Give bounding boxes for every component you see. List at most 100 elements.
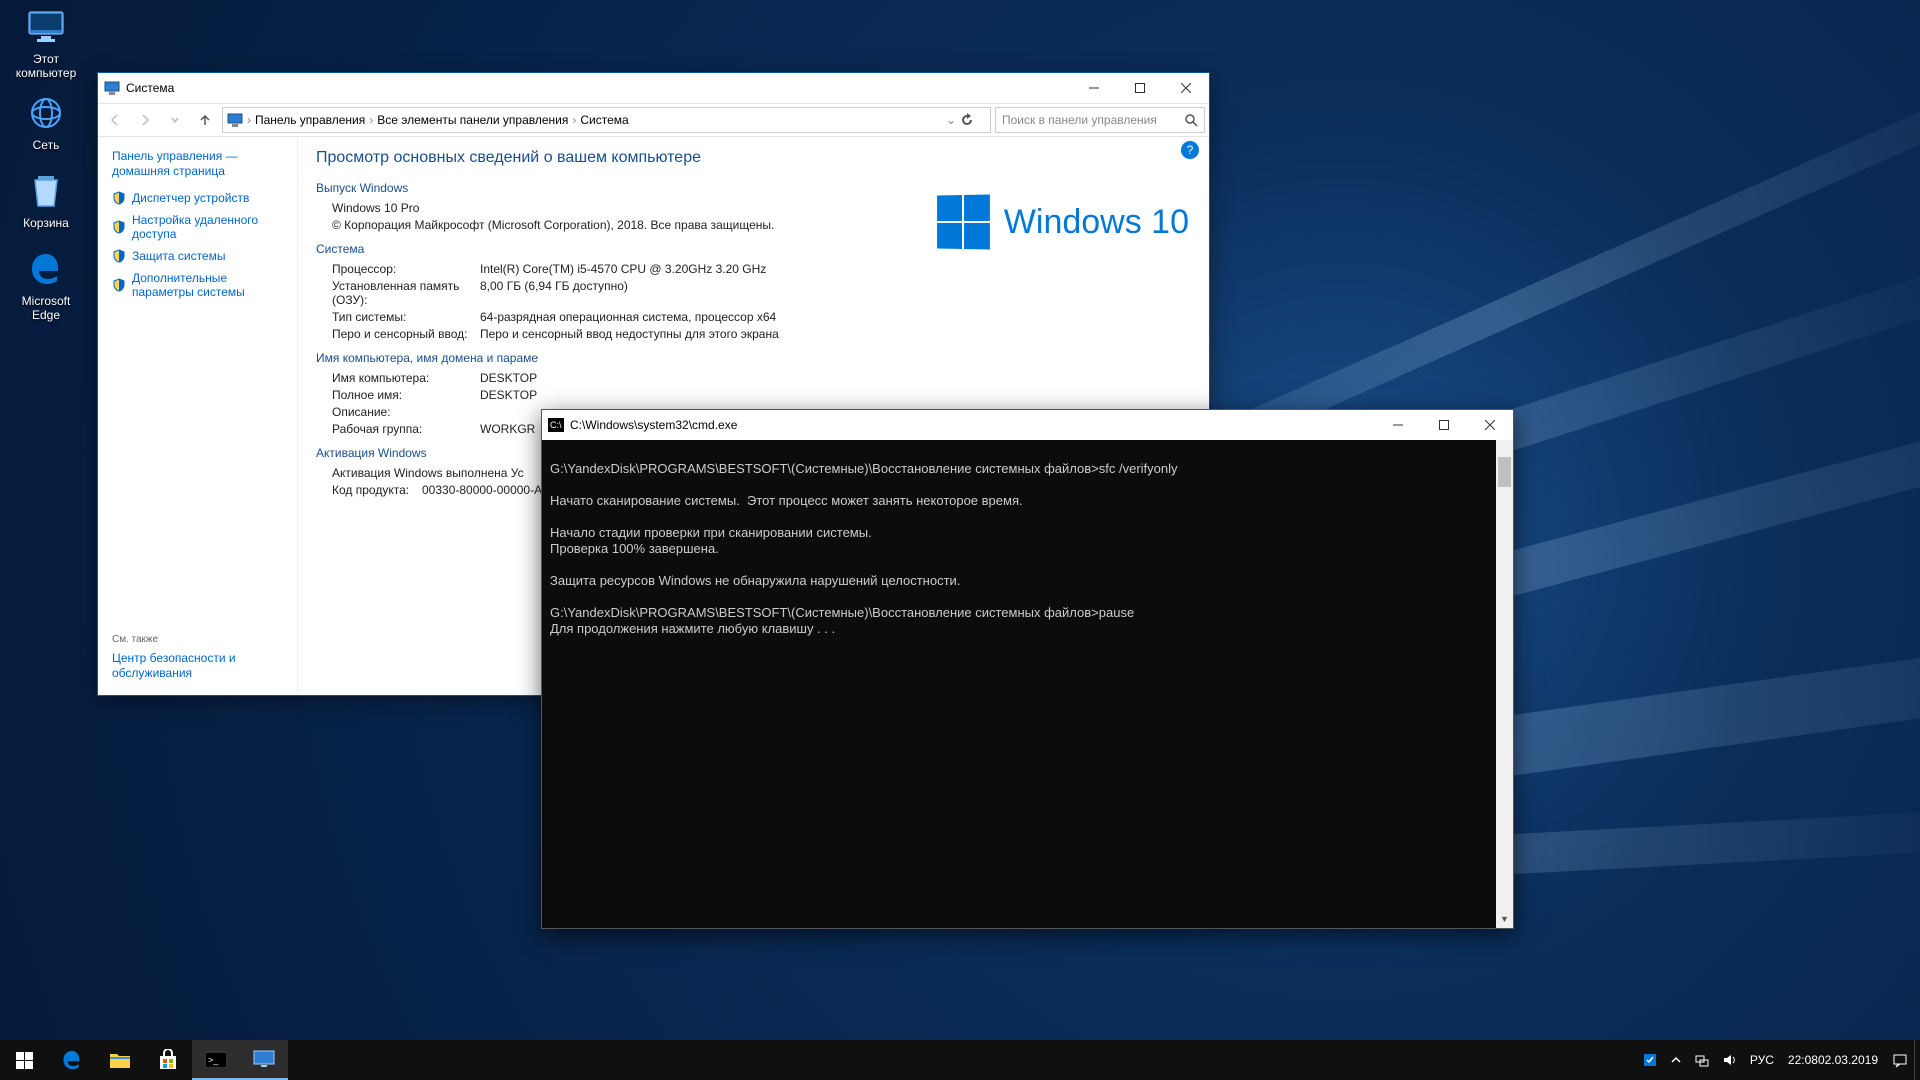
- help-button[interactable]: ?: [1181, 141, 1199, 159]
- tray-clock[interactable]: 22:08 02.03.2019: [1780, 1040, 1886, 1080]
- workgroup-value: WORKGR: [480, 422, 535, 436]
- taskbar-system[interactable]: [240, 1040, 288, 1080]
- taskbar-store[interactable]: [144, 1040, 192, 1080]
- taskbar: >_ РУС 22:08 02.03.2019: [0, 1040, 1920, 1080]
- taskbar-edge[interactable]: [48, 1040, 96, 1080]
- computer-name-value: DESKTOP: [480, 371, 537, 385]
- taskbar-explorer[interactable]: [96, 1040, 144, 1080]
- up-button[interactable]: [192, 107, 218, 133]
- scroll-thumb[interactable]: [1498, 457, 1511, 487]
- cmd-scrollbar[interactable]: ▲ ▼: [1496, 440, 1513, 928]
- copyright-text: © Корпорация Майкрософт (Microsoft Corpo…: [332, 218, 774, 232]
- tray-date: 02.03.2019: [1818, 1053, 1878, 1067]
- breadcrumb-item[interactable]: Панель управления: [255, 113, 365, 127]
- full-name-value: DESKTOP: [480, 388, 537, 402]
- cmd-icon: C:\: [548, 418, 564, 432]
- system-icon: [227, 112, 243, 128]
- svg-text:>_: >_: [208, 1055, 219, 1065]
- search-placeholder: Поиск в панели управления: [1002, 113, 1157, 127]
- windows-logo-text: Windows 10: [1004, 203, 1189, 242]
- desktop-icon-edge[interactable]: MicrosoftEdge: [6, 248, 86, 322]
- desktop-icon-label: Сеть: [6, 138, 86, 152]
- scroll-down-icon[interactable]: ▼: [1496, 911, 1513, 928]
- nav-link-label: Дополнительные параметры системы: [132, 271, 283, 299]
- chevron-right-icon[interactable]: ›: [369, 113, 373, 127]
- systype-value: 64-разрядная операционная система, проце…: [480, 310, 776, 324]
- cmd-titlebar[interactable]: C:\ C:\Windows\system32\cmd.exe: [542, 410, 1513, 440]
- cmd-output[interactable]: G:\YandexDisk\PROGRAMS\BESTSOFT\(Системн…: [542, 440, 1513, 928]
- see-also-section: См. также Центр безопасности и обслужива…: [112, 634, 292, 681]
- left-navigation: Панель управления — домашняя страница Ди…: [98, 137, 298, 695]
- see-also-link[interactable]: Центр безопасности и обслуживания: [112, 651, 292, 681]
- breadcrumb-bar[interactable]: › Панель управления › Все элементы панел…: [222, 107, 991, 133]
- nav-link-device-manager[interactable]: Диспетчер устройств: [112, 191, 283, 205]
- windows-edition: Windows 10 Pro: [332, 201, 419, 215]
- shield-icon: [112, 249, 126, 263]
- pen-label: Перо и сенсорный ввод:: [332, 327, 480, 341]
- desktop-icon-label: Корзина: [6, 216, 86, 230]
- minimize-button[interactable]: [1375, 410, 1421, 440]
- pen-value: Перо и сенсорный ввод недоступны для это…: [480, 327, 779, 341]
- recent-dropdown[interactable]: [162, 107, 188, 133]
- nav-link-system-protection[interactable]: Защита системы: [112, 249, 283, 263]
- ram-value: 8,00 ГБ (6,94 ГБ доступно): [480, 279, 628, 307]
- ram-label: Установленная память (ОЗУ):: [332, 279, 480, 307]
- search-input[interactable]: Поиск в панели управления: [995, 107, 1205, 133]
- windows-logo-icon: [937, 194, 990, 249]
- tray-language[interactable]: РУС: [1744, 1040, 1780, 1080]
- breadcrumb-item[interactable]: Все элементы панели управления: [377, 113, 568, 127]
- edge-icon: [25, 248, 67, 290]
- cpu-value: Intel(R) Core(TM) i5-4570 CPU @ 3.20GHz …: [480, 262, 766, 276]
- window-titlebar[interactable]: Система: [98, 73, 1209, 103]
- window-title: Система: [126, 81, 174, 95]
- refresh-button[interactable]: [960, 113, 986, 127]
- tray-network-icon[interactable]: [1688, 1040, 1716, 1080]
- product-key-label: Код продукта:: [332, 483, 422, 497]
- control-panel-home-link[interactable]: Панель управления — домашняя страница: [112, 149, 283, 179]
- section-title-domain: Имя компьютера, имя домена и параме: [316, 351, 1191, 365]
- maximize-button[interactable]: [1421, 410, 1467, 440]
- product-key-value: 00330-80000-00000-AA: [422, 483, 550, 497]
- chevron-right-icon[interactable]: ›: [572, 113, 576, 127]
- desktop-icon-network[interactable]: Сеть: [6, 92, 86, 152]
- chevron-right-icon[interactable]: ›: [247, 113, 251, 127]
- computer-name-label: Имя компьютера:: [332, 371, 480, 385]
- system-icon: [104, 80, 120, 96]
- maximize-button[interactable]: [1117, 73, 1163, 103]
- search-icon: [1184, 113, 1198, 127]
- desktop-icon-label: Этоткомпьютер: [6, 52, 86, 80]
- tray-volume-icon[interactable]: [1716, 1040, 1744, 1080]
- forward-button[interactable]: [132, 107, 158, 133]
- start-button[interactable]: [0, 1040, 48, 1080]
- shield-icon: [112, 191, 126, 205]
- breadcrumb-item[interactable]: Система: [580, 113, 628, 127]
- cpu-label: Процессор:: [332, 262, 480, 276]
- tray-chevron-up-icon[interactable]: [1664, 1040, 1688, 1080]
- tray-action-center-icon[interactable]: [1886, 1040, 1914, 1080]
- trash-icon: [25, 170, 67, 212]
- show-desktop-button[interactable]: [1914, 1040, 1920, 1080]
- cmd-window: C:\ C:\Windows\system32\cmd.exe G:\Yande…: [541, 409, 1514, 929]
- close-button[interactable]: [1467, 410, 1513, 440]
- taskbar-cmd[interactable]: >_: [192, 1040, 240, 1080]
- tray-time: 22:08: [1788, 1053, 1818, 1067]
- windows-logo: Windows 10: [936, 195, 1189, 249]
- nav-link-label: Защита системы: [132, 249, 225, 263]
- cmd-text: G:\YandexDisk\PROGRAMS\BESTSOFT\(Системн…: [550, 461, 1178, 636]
- network-icon: [25, 92, 67, 134]
- chevron-down-icon[interactable]: ⌄: [946, 113, 956, 127]
- nav-link-remote-settings[interactable]: Настройка удаленного доступа: [112, 213, 283, 241]
- desktop-icon-recycle-bin[interactable]: Корзина: [6, 170, 86, 230]
- svg-text:C:\: C:\: [550, 420, 562, 430]
- desktop-icon-this-pc[interactable]: Этоткомпьютер: [6, 6, 86, 80]
- cmd-title: C:\Windows\system32\cmd.exe: [570, 418, 737, 432]
- nav-link-label: Диспетчер устройств: [132, 191, 249, 205]
- nav-link-advanced-settings[interactable]: Дополнительные параметры системы: [112, 271, 283, 299]
- minimize-button[interactable]: [1071, 73, 1117, 103]
- shield-icon: [112, 278, 126, 292]
- desktop-icon-label: MicrosoftEdge: [6, 294, 86, 322]
- close-button[interactable]: [1163, 73, 1209, 103]
- workgroup-label: Рабочая группа:: [332, 422, 480, 436]
- tray-sync-icon[interactable]: [1636, 1040, 1664, 1080]
- back-button[interactable]: [102, 107, 128, 133]
